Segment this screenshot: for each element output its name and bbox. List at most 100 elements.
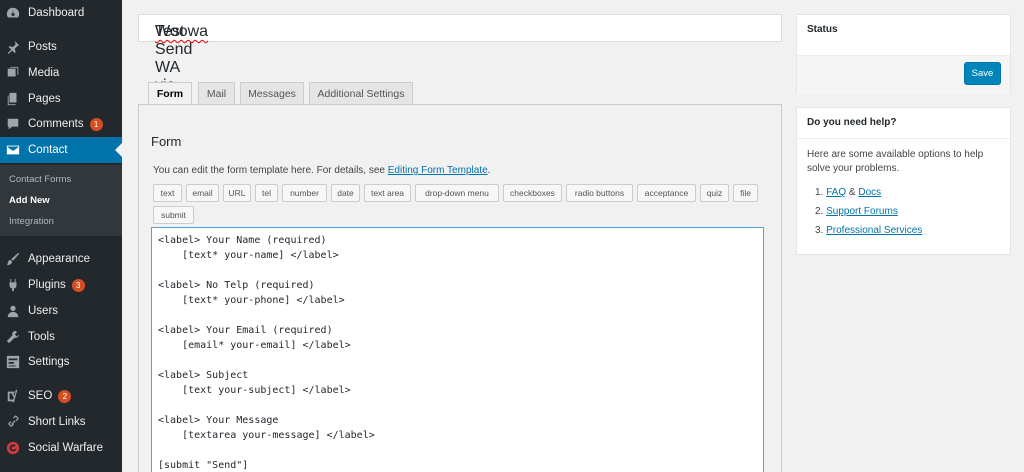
help-heading: Do you need help? <box>807 117 897 128</box>
editor-line: [textarea your-message] </label> <box>158 430 375 441</box>
seo-icon <box>6 389 20 403</box>
submenu-contact-forms[interactable]: Contact Forms <box>9 174 71 185</box>
form-template-editor[interactable]: <label> Your Name (required) [text* your… <box>151 227 764 472</box>
menu-label: Comments <box>28 118 84 130</box>
seo-notification-badge: 2 <box>58 389 72 403</box>
menu-label: Plugins <box>28 279 66 291</box>
menu-comments[interactable]: Comments 1 <box>0 111 122 137</box>
form-title-input[interactable]: Test Send WA via Woowa <box>138 14 782 94</box>
tag-button-drop-down-menu[interactable]: drop-down menu <box>415 184 499 202</box>
form-panel: Form You can edit the form template here… <box>138 104 782 472</box>
menu-plugins[interactable]: Plugins 3 <box>0 272 122 298</box>
menu-label: Pages <box>28 93 61 105</box>
panel-title: Form <box>151 134 182 149</box>
pages-icon <box>6 92 20 106</box>
tag-button-acceptance[interactable]: acceptance <box>637 184 696 202</box>
faq-link[interactable]: FAQ <box>826 187 846 198</box>
professional-services-link[interactable]: Professional Services <box>826 225 922 236</box>
spellcheck-word: Woowa <box>155 23 209 40</box>
menu-media[interactable]: Media <box>0 60 122 86</box>
link-icon <box>6 415 20 429</box>
help-option: 1. FAQ & Docs <box>815 187 882 198</box>
menu-label: Appearance <box>28 253 91 265</box>
tag-button-text-area[interactable]: text area <box>364 184 411 202</box>
help-option: 2. Support Forums <box>815 206 898 217</box>
divider <box>797 138 1010 139</box>
media-icon <box>6 66 20 80</box>
social-icon <box>6 441 20 455</box>
help-text: Here are some available options to help … <box>807 149 984 174</box>
save-button[interactable]: Save <box>964 62 1001 85</box>
menu-short-links[interactable]: Short Links <box>0 409 122 435</box>
editor-line: <label> Your Message <box>158 415 279 426</box>
menu-users[interactable]: Users <box>0 298 122 324</box>
menu-label: Tools <box>28 331 55 343</box>
tab-messages[interactable]: Messages <box>240 82 304 105</box>
user-icon <box>6 304 20 318</box>
menu-label: Social Warfare <box>28 442 103 454</box>
menu-label: Short Links <box>28 416 86 428</box>
tag-button-checkboxes[interactable]: checkboxes <box>503 184 562 202</box>
menu-posts[interactable]: Posts <box>0 34 122 60</box>
editor-line: <label> No Telp (required) <box>158 280 315 291</box>
tag-button-url[interactable]: URL <box>223 184 251 202</box>
admin-sidebar: Dashboard Posts Media Pages Comments 1 C… <box>0 0 122 472</box>
contact-submenu: Contact Forms Add New Integration <box>0 165 122 236</box>
help-box: Do you need help? Here are some availabl… <box>796 107 1011 255</box>
menu-label: Users <box>28 305 59 317</box>
tag-button-tel[interactable]: tel <box>255 184 278 202</box>
help-options-list: 1. FAQ & Docs 2. Support Forums 3. Profe… <box>815 186 922 243</box>
tab-form[interactable]: Form <box>148 82 192 106</box>
tag-button-email[interactable]: email <box>186 184 219 202</box>
submenu-add-new[interactable]: Add New <box>9 195 50 206</box>
submenu-integration[interactable]: Integration <box>9 216 54 227</box>
menu-appearance[interactable]: Appearance <box>0 246 122 272</box>
menu-seo[interactable]: SEO 2 <box>0 383 122 409</box>
menu-social-warfare[interactable]: Social Warfare <box>0 435 122 461</box>
tag-button-number[interactable]: number <box>282 184 327 202</box>
pin-icon <box>6 40 20 54</box>
tag-button-text[interactable]: text <box>153 184 182 202</box>
menu-label: Dashboard <box>28 7 85 19</box>
menu-dashboard[interactable]: Dashboard <box>0 0 122 26</box>
tag-button-date[interactable]: date <box>331 184 360 202</box>
editing-form-template-link[interactable]: Editing Form Template <box>388 165 488 176</box>
mail-icon <box>6 143 20 157</box>
tag-button-submit[interactable]: submit <box>153 206 194 224</box>
menu-label: Contact <box>28 144 68 156</box>
wrench-icon <box>6 330 20 344</box>
menu-tools[interactable]: Tools <box>0 324 122 350</box>
docs-link[interactable]: Docs <box>858 187 881 198</box>
comment-icon <box>6 117 20 131</box>
menu-label: Posts <box>28 41 57 53</box>
editor-line: [submit "Send"] <box>158 460 249 471</box>
help-option: 3. Professional Services <box>815 225 923 236</box>
panel-description: You can edit the form template here. For… <box>153 165 491 176</box>
dashboard-icon <box>6 6 20 20</box>
status-heading: Status <box>807 24 838 35</box>
support-forums-link[interactable]: Support Forums <box>826 206 898 217</box>
menu-label: SEO <box>28 390 53 402</box>
tab-mail[interactable]: Mail <box>198 82 235 105</box>
menu-settings[interactable]: Settings <box>0 349 122 375</box>
editor-line: <label> Your Name (required) <box>158 235 327 246</box>
editor-line: [text* your-name] </label> <box>158 250 339 261</box>
tag-button-file[interactable]: file <box>733 184 758 202</box>
brush-icon <box>6 252 20 266</box>
plugins-update-badge: 3 <box>71 278 85 292</box>
tag-button-quiz[interactable]: quiz <box>700 184 729 202</box>
tag-button-radio-buttons[interactable]: radio buttons <box>566 184 633 202</box>
editor-line: [text your-subject] </label> <box>158 385 351 396</box>
menu-pages[interactable]: Pages <box>0 86 122 112</box>
editor-line: <label> Your Email (required) <box>158 325 333 336</box>
tab-additional-settings[interactable]: Additional Settings <box>309 82 413 105</box>
menu-contact[interactable]: Contact <box>0 137 122 163</box>
editor-line: <label> Subject <box>158 370 249 381</box>
settings-icon <box>6 355 20 369</box>
editor-line: [email* your-email] </label> <box>158 340 351 351</box>
